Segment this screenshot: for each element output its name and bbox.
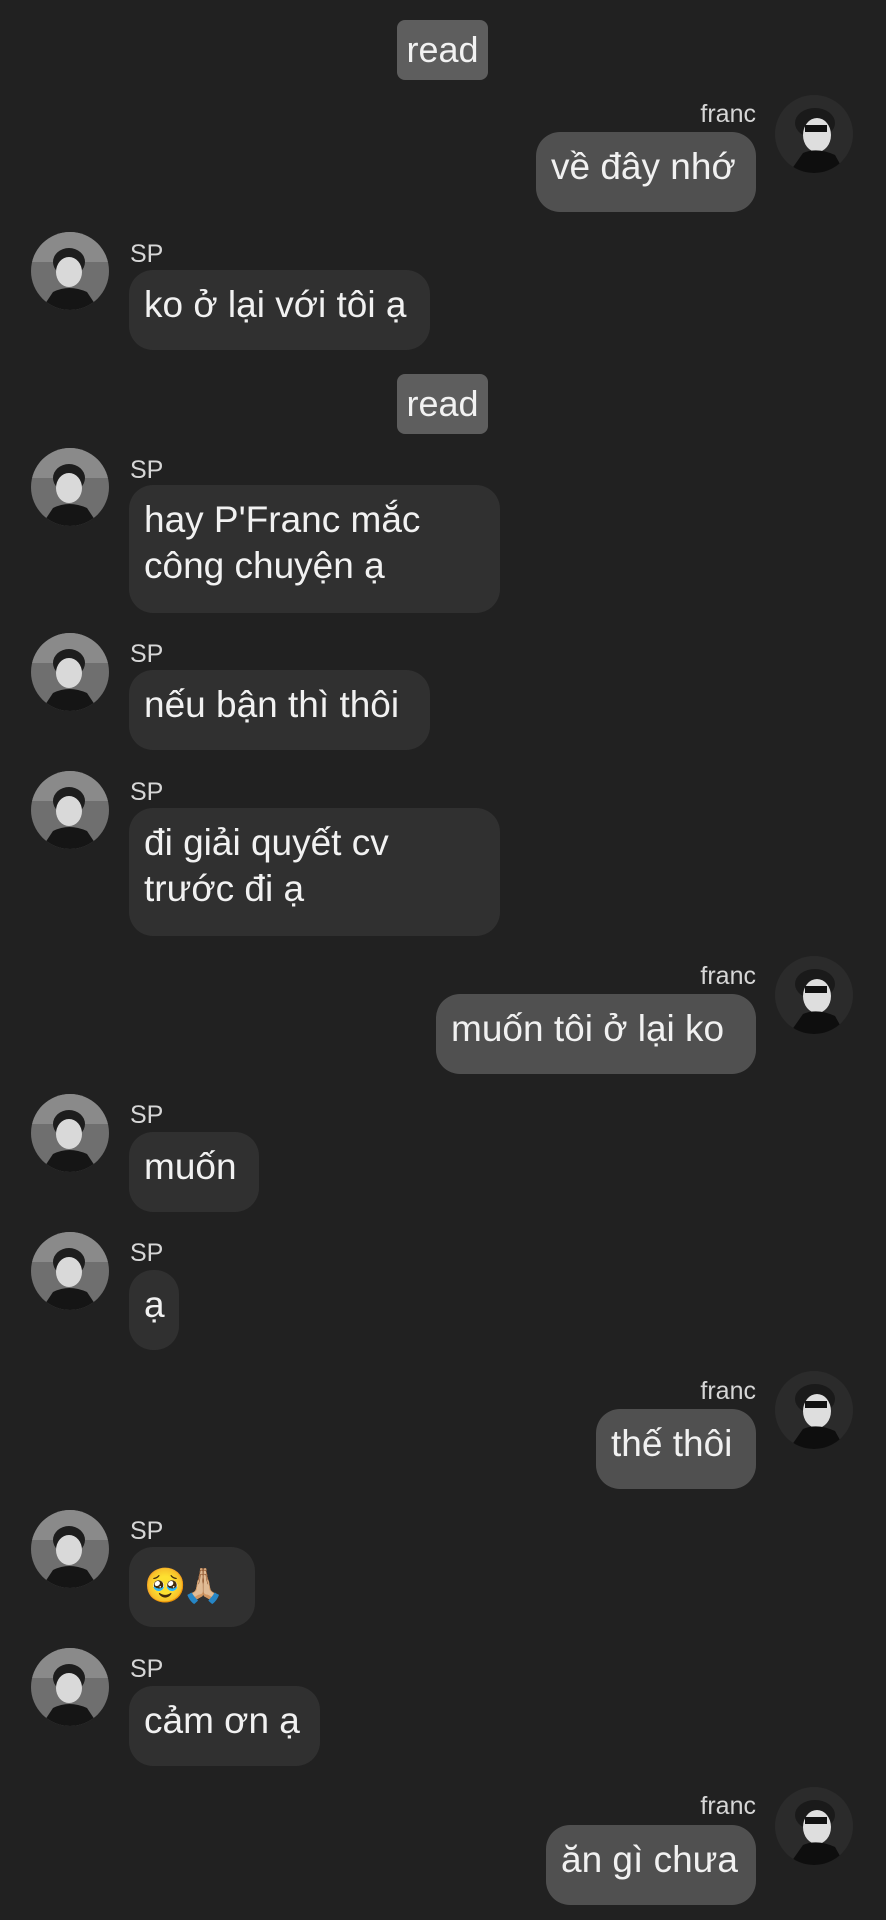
avatar-sp[interactable] [31,771,109,849]
sender-name: franc [700,1792,756,1820]
sender-name: SP [130,1239,164,1267]
sender-name: SP [130,1655,164,1683]
sender-name: franc [700,1377,756,1405]
message-bubble[interactable]: hay P'Franc mắc công chuyện ạ [129,485,500,613]
message-bubble[interactable]: muốn tôi ở lại ko [436,994,756,1074]
avatar-sp[interactable] [31,1648,109,1726]
read-receipt: read [397,20,488,80]
sender-name: franc [700,100,756,128]
message-bubble[interactable]: thế thôi [596,1409,756,1489]
sender-name: franc [700,962,756,990]
message-bubble[interactable]: đi giải quyết cv trước đi ạ [129,808,500,936]
message-bubble[interactable]: ăn gì chưa [546,1825,756,1905]
avatar-franc[interactable] [775,95,853,173]
avatar-franc[interactable] [775,956,853,1034]
avatar-sp[interactable] [31,232,109,310]
avatar-sp[interactable] [31,633,109,711]
message-bubble[interactable]: nếu bận thì thôi [129,670,430,750]
sender-name: SP [130,1101,164,1129]
message-bubble[interactable]: cảm ơn ạ [129,1686,320,1766]
message-bubble[interactable]: ạ [129,1270,179,1350]
avatar-franc[interactable] [775,1371,853,1449]
chat-thread[interactable]: read franc về đây nhớ SP ko ở lại với tô… [0,0,886,1920]
message-bubble[interactable]: ko ở lại với tôi ạ [129,270,430,350]
sender-name: SP [130,240,164,268]
sender-name: SP [130,778,164,806]
message-bubble[interactable]: muốn [129,1132,259,1212]
message-bubble[interactable]: về đây nhớ [536,132,756,212]
avatar-franc[interactable] [775,1787,853,1865]
avatar-sp[interactable] [31,1510,109,1588]
message-bubble[interactable]: 🥹🙏🏼 [129,1547,255,1627]
avatar-sp[interactable] [31,1232,109,1310]
avatar-sp[interactable] [31,1094,109,1172]
sender-name: SP [130,1517,164,1545]
sender-name: SP [130,640,164,668]
read-receipt: read [397,374,488,434]
sender-name: SP [130,456,164,484]
avatar-sp[interactable] [31,448,109,526]
